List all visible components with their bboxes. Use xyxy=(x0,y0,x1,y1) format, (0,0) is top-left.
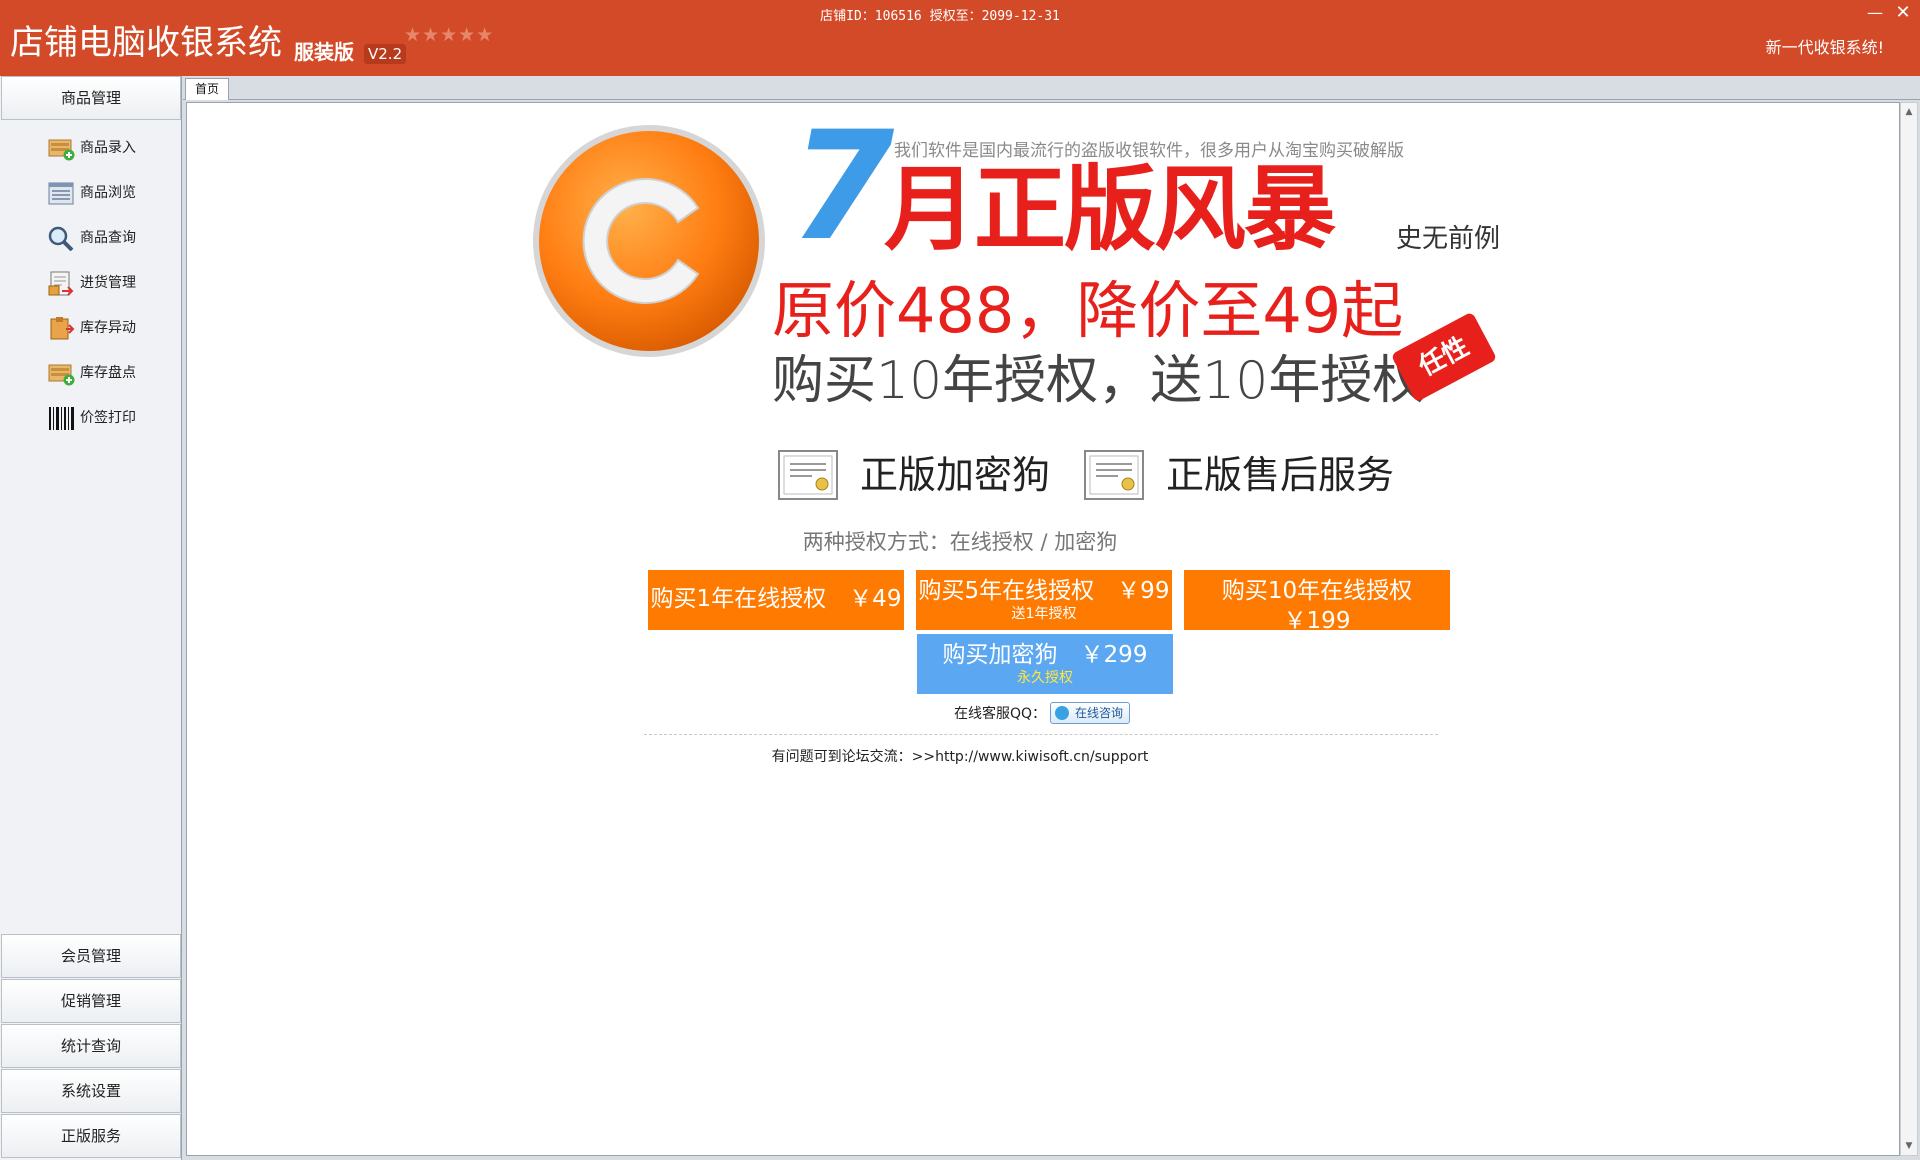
buy-dongle-button[interactable]: 购买加密狗 ￥299 永久授权 xyxy=(917,634,1173,694)
app-title: 店铺电脑收银系统 xyxy=(10,23,282,63)
sidebar-item-stock-change[interactable]: 库存异动 xyxy=(0,306,182,351)
promo-price: 原价488，降价至49起 xyxy=(772,274,1404,347)
sidebar-section-genuine-service[interactable]: 正版服务 xyxy=(1,1114,181,1158)
divider xyxy=(644,734,1438,735)
brand-logo-icon xyxy=(533,125,765,357)
buy-button-title: 购买10年在线授权 ￥199 xyxy=(1221,578,1436,634)
qq-button-label: 在线咨询 xyxy=(1075,706,1124,720)
minimize-button[interactable]: — xyxy=(1864,2,1886,24)
scroll-down-icon[interactable]: ▼ xyxy=(1904,1141,1914,1151)
shop-info: 店铺ID：106516 授权至：2099-12-31 xyxy=(820,9,1060,24)
app-version: V2.2 xyxy=(364,44,407,64)
buy-1-year-button[interactable]: 购买1年在线授权 ￥49 xyxy=(648,570,904,630)
sidebar-item-price-label-print[interactable]: 价签打印 xyxy=(0,396,182,441)
sidebar-item-label: 商品查询 xyxy=(80,230,136,246)
sidebar-item-product-browse[interactable]: 商品浏览 xyxy=(0,171,182,216)
promo-headline: 月正版风暴 xyxy=(884,156,1336,263)
qq-support-row: 在线客服QQ： 在线咨询 xyxy=(954,702,1131,726)
sidebar: 商品管理 商品录入 商品浏览 商品查询 进货管理 库存异动 库存盘点 价签打印 … xyxy=(0,76,182,1160)
close-button[interactable]: ✕ xyxy=(1892,2,1914,24)
buy-button-title: 购买5年在线授权 ￥99 xyxy=(918,578,1170,604)
sidebar-section-product-management[interactable]: 商品管理 xyxy=(1,76,181,120)
sidebar-item-label: 价签打印 xyxy=(80,410,136,426)
search-icon xyxy=(48,226,74,251)
sidebar-item-label: 商品录入 xyxy=(80,140,136,156)
certificate-icon xyxy=(1084,450,1144,500)
buy-5-year-button[interactable]: 购买5年在线授权 ￥99 送1年授权 xyxy=(916,570,1172,630)
sidebar-bottom-menu: 会员管理 促销管理 统计查询 系统设置 正版服务 xyxy=(0,934,182,1159)
buy-button-sub: 送10年授权 xyxy=(1280,636,1354,652)
sidebar-section-member-management[interactable]: 会员管理 xyxy=(1,934,181,978)
promo-headline-sub: 史无前例 xyxy=(1396,224,1501,254)
feature-label: 正版加密狗 xyxy=(860,453,1051,497)
rating-stars-icon: ★★★★★ xyxy=(404,24,495,46)
scroll-up-icon[interactable]: ▲ xyxy=(1904,107,1914,117)
promo-seven: 7 xyxy=(790,100,895,274)
feature-label: 正版售后服务 xyxy=(1166,453,1395,497)
sidebar-section-statistics[interactable]: 统计查询 xyxy=(1,1024,181,1068)
buy-button-title: 购买1年在线授权 ￥49 xyxy=(650,586,902,612)
buy-button-title: 购买加密狗 ￥299 xyxy=(942,642,1148,668)
tab-home[interactable]: 首页 xyxy=(185,78,229,100)
tab-strip: 首页 xyxy=(183,76,1920,100)
sidebar-item-label: 商品浏览 xyxy=(80,185,136,201)
sidebar-item-product-entry[interactable]: 商品录入 xyxy=(0,126,182,171)
forum-link[interactable]: 有问题可到论坛交流：>>http://www.kiwisoft.cn/suppo… xyxy=(0,746,1920,766)
purchase-icon xyxy=(48,271,74,296)
certificate-icon xyxy=(778,450,838,500)
buy-button-sub: 送1年授权 xyxy=(1011,606,1077,622)
sidebar-section-system-settings[interactable]: 系统设置 xyxy=(1,1069,181,1113)
buy-10-year-button[interactable]: 购买10年在线授权 ￥199 送10年授权 xyxy=(1184,570,1450,652)
product-browse-icon xyxy=(48,182,74,205)
stock-count-icon xyxy=(48,364,75,386)
app-edition: 服装版 xyxy=(294,40,354,64)
auth-modes-label: 两种授权方式：在线授权 / 加密狗 xyxy=(802,530,1118,554)
app-window: 店铺电脑收银系统 服装版 V2.2 ★★★★★ 店铺ID：106516 授权至：… xyxy=(0,0,1920,1160)
auth-modes-text: 两种授权方式：在线授权 / 加密狗 xyxy=(0,526,1920,556)
sidebar-items: 商品录入 商品浏览 商品查询 进货管理 库存异动 库存盘点 价签打印 xyxy=(0,126,182,441)
promo-gift: 购买10年授权，送10年授权 xyxy=(772,351,1425,411)
barcode-icon xyxy=(49,407,74,430)
slogan: 新一代收银系统! xyxy=(1765,38,1884,57)
buy-button-sub: 永久授权 xyxy=(1017,670,1073,686)
sidebar-item-label: 库存异动 xyxy=(80,320,136,336)
title-bar: 店铺电脑收银系统 服装版 V2.2 ★★★★★ 店铺ID：106516 授权至：… xyxy=(0,0,1920,76)
sidebar-item-product-search[interactable]: 商品查询 xyxy=(0,216,182,261)
sidebar-item-label: 进货管理 xyxy=(80,275,136,291)
sidebar-item-label: 库存盘点 xyxy=(80,365,136,381)
chat-icon xyxy=(1055,706,1070,720)
stock-change-icon xyxy=(50,317,75,340)
qq-consult-button[interactable]: 在线咨询 xyxy=(1050,702,1131,724)
sidebar-item-stock-count[interactable]: 库存盘点 xyxy=(0,351,182,396)
qq-label: 在线客服QQ： xyxy=(954,706,1047,722)
sidebar-section-promotion-management[interactable]: 促销管理 xyxy=(1,979,181,1023)
vertical-scrollbar[interactable]: ▲ ▼ xyxy=(1900,102,1918,1156)
sidebar-item-purchase-management[interactable]: 进货管理 xyxy=(0,261,182,306)
product-add-icon xyxy=(48,139,75,161)
